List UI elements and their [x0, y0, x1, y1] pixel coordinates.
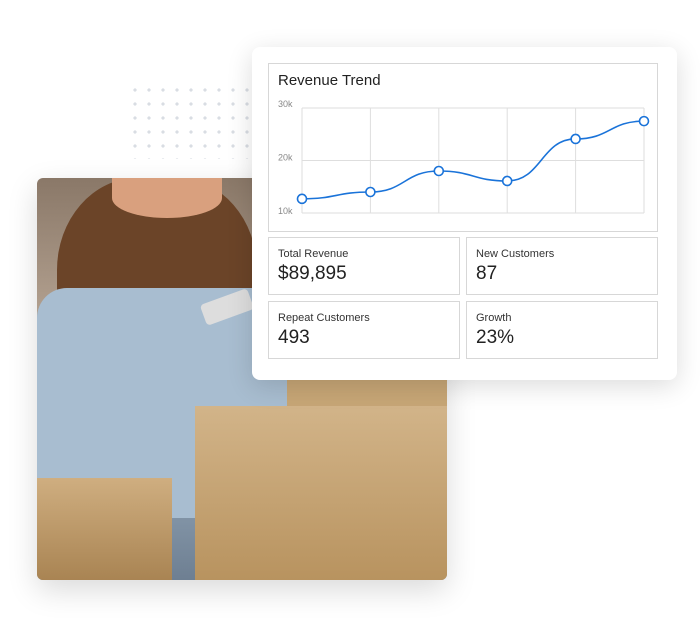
- stat-new-customers: New Customers 87: [466, 237, 658, 295]
- stat-value: 23%: [476, 327, 515, 348]
- y-tick-label: 10k: [278, 206, 293, 216]
- stat-label: Total Revenue: [278, 248, 349, 260]
- stat-repeat-customers: Repeat Customers 493: [268, 301, 460, 359]
- data-point: [570, 133, 581, 145]
- chart-svg: 10k 20k 30k: [278, 99, 650, 216]
- stat-label: New Customers: [476, 248, 555, 260]
- data-point: [365, 186, 376, 198]
- data-point: [296, 193, 308, 205]
- data-point: [433, 165, 445, 177]
- dashboard-card: Revenue Trend 10k 20k 30k Total Revenue $8…: [252, 47, 677, 380]
- y-tick-label: 20k: [278, 153, 293, 163]
- stat-value: 87: [476, 263, 498, 284]
- stat-value: $89,895: [278, 263, 347, 284]
- stat-label: Repeat Customers: [278, 312, 370, 324]
- stat-label: Growth: [476, 312, 512, 324]
- data-point: [501, 175, 513, 187]
- y-tick-label: 30k: [278, 99, 293, 109]
- stat-value: 493: [278, 327, 310, 348]
- stat-growth: Growth 23%: [466, 301, 658, 359]
- revenue-trend-chart: Revenue Trend 10k 20k 30k: [268, 63, 658, 232]
- stat-total-revenue: Total Revenue $89,895: [268, 237, 460, 295]
- decorative-dot-grid: [128, 83, 250, 159]
- data-point: [638, 115, 650, 127]
- series-line: [301, 120, 645, 200]
